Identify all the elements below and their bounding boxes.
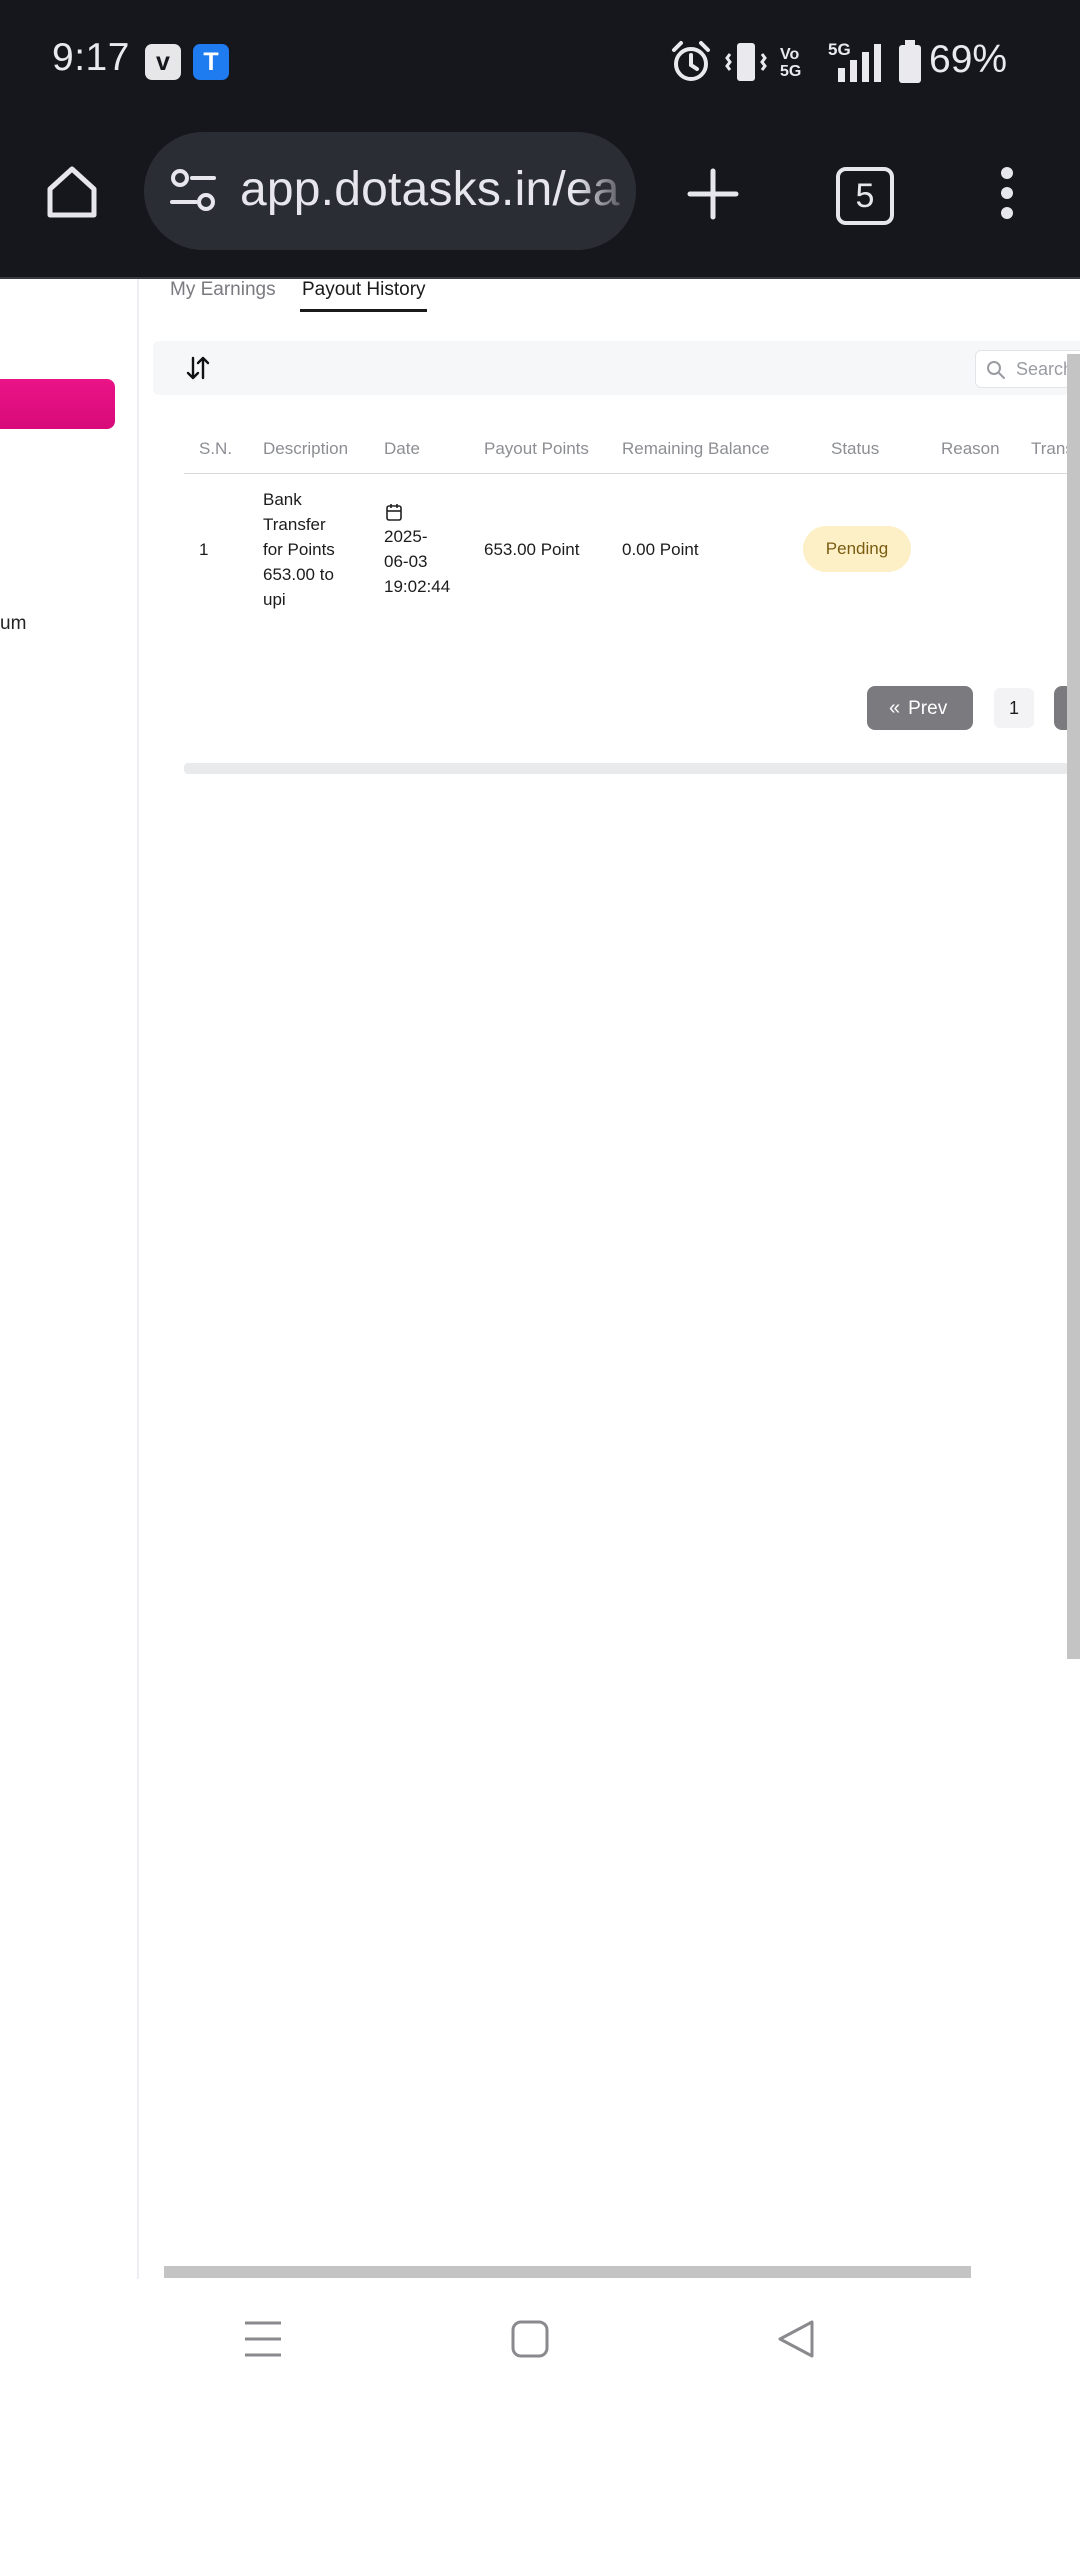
url-text: app.dotasks.in/ea [240,163,620,216]
url-fade [576,132,636,250]
recents-menu-icon[interactable] [243,2319,283,2359]
volte-icon: Vo 5G [780,46,802,80]
new-tab-icon[interactable] [686,167,740,221]
vertical-scrollbar[interactable] [1067,354,1080,1659]
column-header-reason[interactable]: Reason [941,439,1000,459]
prev-label: Prev [908,698,948,719]
battery-level: 69% [929,38,1008,81]
search-icon [987,361,1005,379]
column-header-payout-points[interactable]: Payout Points [484,439,589,459]
cell-remaining-balance: 0.00 Point [622,540,699,559]
signal-icon [838,44,881,82]
home-nav-icon[interactable] [510,2319,550,2359]
status-bar: 9:17 v T Vo 5G 5G 69% [0,0,1080,125]
table-header-divider [184,473,1080,474]
system-navigation-bar [0,2279,1080,2412]
column-header-date[interactable]: Date [384,439,420,459]
tasks-app-icon: T [193,44,229,80]
active-tab-indicator [300,309,427,312]
prev-page-button[interactable]: « Prev [867,686,973,730]
cell-date: 2025- 06-03 19:02:44 [384,527,451,596]
sidebar-primary-button[interactable] [0,379,115,429]
more-options-icon[interactable] [995,163,1019,223]
double-chevron-left-icon: « [889,697,901,719]
tab-payout-history[interactable]: Payout History [302,279,426,301]
menu-icon[interactable] [243,2516,283,2556]
sidebar-divider [137,279,139,2279]
sort-icon[interactable] [185,355,211,381]
browser-toolbar: app.dotasks.in/ea 5 [0,125,1080,279]
site-info-icon[interactable] [168,166,220,216]
column-header-description[interactable]: Description [263,439,348,459]
tab-switcher-button[interactable]: 5 [836,167,894,225]
page-content: um My Earnings Payout History S.N. Descr… [0,279,1080,2279]
vibrate-icon [725,43,767,81]
cell-description: Bank Transfer for Points 653.00 to upi [263,490,335,609]
calendar-icon [386,504,402,521]
address-bar[interactable]: app.dotasks.in/ea [144,132,636,250]
cell-sn: 1 [199,540,209,559]
battery-icon [899,40,921,83]
column-header-sn[interactable]: S.N. [199,439,232,459]
back-nav-icon[interactable] [776,2319,816,2359]
column-header-status[interactable]: Status [831,439,879,459]
home-icon[interactable] [42,161,102,221]
tab-my-earnings[interactable]: My Earnings [170,279,276,301]
table-toolbar [153,341,1080,395]
table-horizontal-scrollbar[interactable] [184,763,1080,774]
sidebar-item-label[interactable]: um [0,613,26,635]
clock: 9:17 [52,36,130,79]
page-number-button[interactable]: 1 [994,688,1034,728]
v-app-icon: v [145,44,181,80]
alarm-icon [672,41,710,81]
search-field[interactable] [975,350,1080,388]
column-header-remaining-balance[interactable]: Remaining Balance [622,439,769,459]
status-badge: Pending [803,526,911,572]
cell-payout-points: 653.00 Point [484,540,580,559]
page-horizontal-scrollbar[interactable] [164,2266,971,2278]
